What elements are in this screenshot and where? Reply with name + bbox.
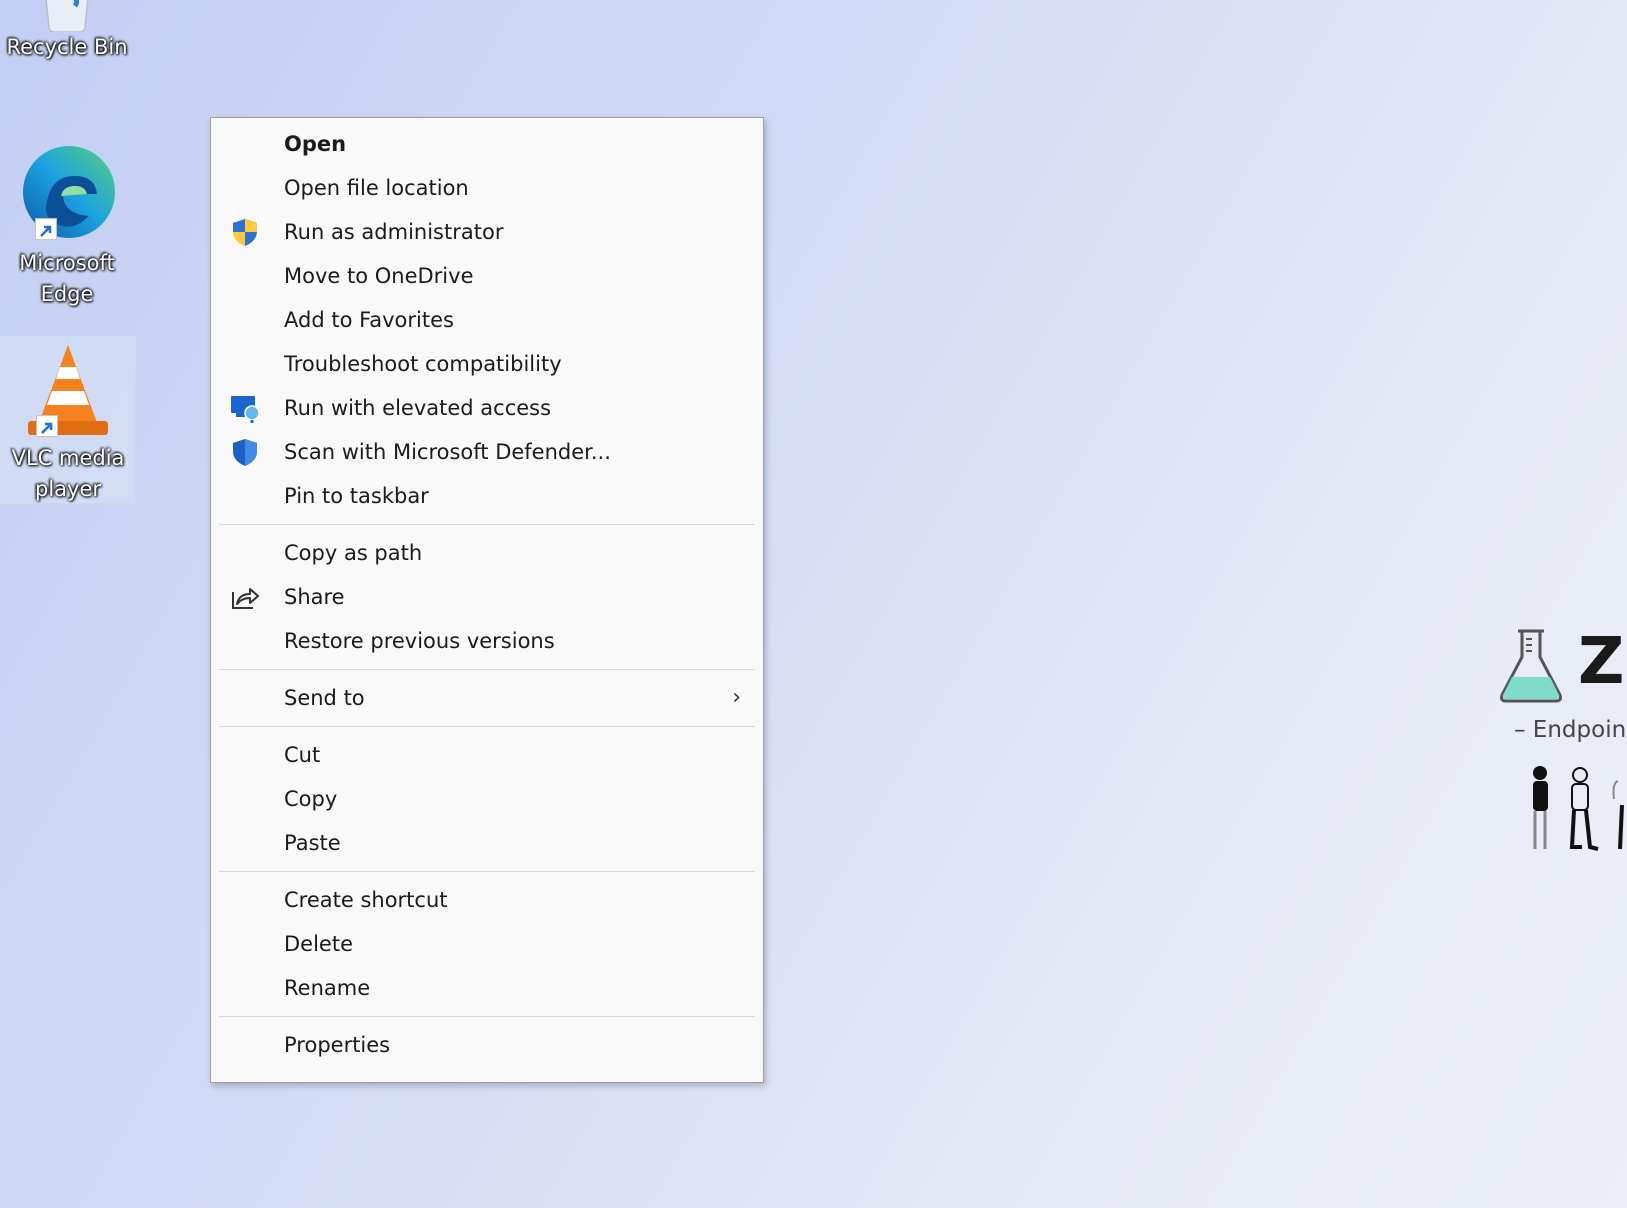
menu-item-label: Restore previous versions (284, 629, 555, 653)
menu-item-scan-with-microsoft-defender[interactable]: Scan with Microsoft Defender... (211, 430, 763, 474)
menu-item-label: Run with elevated access (284, 396, 552, 420)
menu-item-delete[interactable]: Delete (211, 922, 763, 966)
share-icon (230, 582, 260, 612)
menu-item-open-file-location[interactable]: Open file location (211, 166, 763, 210)
menu-separator (219, 1016, 755, 1017)
menu-item-label: Troubleshoot compatibility (284, 352, 562, 376)
menu-item-share[interactable]: Share (211, 575, 763, 619)
menu-item-label: Properties (284, 1033, 391, 1057)
shortcut-arrow-icon (36, 415, 58, 437)
menu-item-label: Rename (284, 976, 371, 1000)
desktop-icon-microsoft-edge[interactable]: Microsoft Edge (0, 142, 134, 310)
desktop-icon-vlc-media-player[interactable]: VLC media player (0, 336, 136, 504)
menu-item-rename[interactable]: Rename (211, 966, 763, 1010)
menu-item-copy[interactable]: Copy (211, 777, 763, 821)
desktop-icon-recycle-bin[interactable]: Recycle Bin (0, 0, 134, 63)
menu-separator (219, 669, 755, 670)
menu-item-label: Move to OneDrive (284, 264, 474, 288)
menu-item-move-to-onedrive[interactable]: Move to OneDrive (211, 254, 763, 298)
menu-item-label: Add to Favorites (284, 308, 454, 332)
menu-item-label: Scan with Microsoft Defender... (284, 440, 611, 464)
edge-icon (17, 142, 117, 242)
brand-letter: Z (1578, 625, 1625, 699)
context-menu: Open Open file location Run as administr… (210, 117, 764, 1083)
shortcut-arrow-icon (35, 218, 57, 240)
menu-item-restore-previous-versions[interactable]: Restore previous versions (211, 619, 763, 663)
menu-item-label: Copy as path (284, 541, 423, 565)
menu-item-label: Delete (284, 932, 353, 956)
uac-shield-icon (230, 217, 260, 247)
menu-item-run-with-elevated-access[interactable]: Run with elevated access (211, 386, 763, 430)
menu-item-pin-to-taskbar[interactable]: Pin to taskbar (211, 474, 763, 518)
menu-item-troubleshoot-compatibility[interactable]: Troubleshoot compatibility (211, 342, 763, 386)
menu-item-label: Send to (284, 686, 365, 710)
menu-separator (219, 524, 755, 525)
desktop-icon-label: Recycle Bin (6, 35, 128, 59)
menu-item-run-as-administrator[interactable]: Run as administrator (211, 210, 763, 254)
desktop[interactable]: Recycle Bin Microsoft Edge VLC media pla… (0, 0, 1627, 1208)
menu-item-label: Run as administrator (284, 220, 504, 244)
vlc-icon (18, 341, 118, 439)
menu-item-send-to[interactable]: Send to › (211, 676, 763, 720)
flask-icon (1498, 629, 1564, 703)
defender-shield-icon (230, 437, 260, 467)
recycle-bin-icon (39, 0, 95, 33)
menu-separator (219, 726, 755, 727)
menu-item-label: Open file location (284, 176, 469, 200)
menu-item-open[interactable]: Open (211, 122, 763, 166)
menu-item-label: Pin to taskbar (284, 484, 429, 508)
menu-item-cut[interactable]: Cut (211, 733, 763, 777)
brand-tagline: – Endpoin (1514, 717, 1627, 743)
menu-item-label: Cut (284, 743, 321, 767)
wallpaper-brand: Z – Endpoin (1490, 625, 1627, 865)
menu-item-label: Paste (284, 831, 341, 855)
menu-item-label: Copy (284, 787, 338, 811)
menu-item-label: Create shortcut (284, 888, 448, 912)
elevated-access-icon (230, 393, 260, 423)
people-illustration (1528, 765, 1627, 859)
desktop-icon-label: Microsoft Edge (19, 251, 115, 306)
menu-separator (219, 871, 755, 872)
menu-item-label: Open (284, 132, 347, 156)
menu-item-label: Share (284, 585, 345, 609)
desktop-icon-label: VLC media player (11, 446, 125, 501)
menu-item-copy-as-path[interactable]: Copy as path (211, 531, 763, 575)
menu-item-properties[interactable]: Properties (211, 1023, 763, 1067)
chevron-right-icon: › (732, 685, 741, 710)
menu-item-paste[interactable]: Paste (211, 821, 763, 865)
menu-item-create-shortcut[interactable]: Create shortcut (211, 878, 763, 922)
menu-item-add-to-favorites[interactable]: Add to Favorites (211, 298, 763, 342)
